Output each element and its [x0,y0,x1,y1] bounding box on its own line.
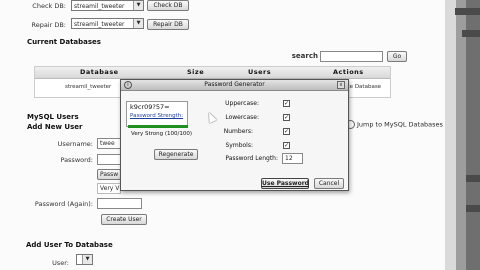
side-panel-edge [466,0,480,270]
add-new-user-title: Add New User [27,123,83,131]
database-name-cell: streamil_tweeter [65,84,112,90]
jump-link-text: Jump to MySQL Databases [357,120,443,129]
username-input[interactable]: twee [97,138,121,149]
chevron-down-icon: ▼ [133,1,143,10]
generated-password: k9cr09?57= [130,103,170,111]
cpanel-mysql-page: Check DB: streamil_tweeter ▼ Check DB Re… [0,0,480,270]
option-label-uppercase: Uppercase: [225,100,259,107]
password-again-input[interactable] [97,198,142,209]
username-label: Username: [57,140,93,148]
current-databases-title: Current Databases [27,38,101,46]
column-header-size: Size [187,68,205,76]
use-password-button[interactable]: Use Password [261,178,309,189]
chevron-down-icon: ▼ [82,255,92,264]
side-panel-block [462,30,480,37]
option-label-symbols: Symbols: [225,142,254,149]
lowercase-checkbox[interactable]: ✓ [283,114,290,121]
add-user-to-database-title: Add User To Database [26,241,113,249]
user-select[interactable]: ▼ [76,254,93,265]
search-input[interactable] [320,51,383,62]
cancel-button[interactable]: Cancel [314,178,344,189]
option-label-numbers: Numbers: [223,128,253,135]
check-db-select-value: streamil_tweeter [74,3,125,10]
strength-bar-fill [128,125,188,128]
table-header: Database Size Users Actions [35,67,390,79]
check-db-button[interactable]: Check DB [147,0,189,11]
password-again-label: Password (Again): [34,200,93,208]
side-panel-block [466,175,480,182]
user-label: User: [52,259,69,267]
chevron-down-icon: ▼ [133,19,143,28]
side-panel-block [455,8,480,15]
uppercase-checkbox[interactable]: ✓ [283,100,290,107]
generated-password-box: k9cr09?57= Password Strength: [126,101,188,127]
column-header-users: Users [248,68,272,76]
numbers-checkbox[interactable]: ✓ [283,128,290,135]
password-generator-button[interactable]: Passw [97,169,121,180]
go-button[interactable]: Go [387,51,407,62]
check-db-select[interactable]: streamil_tweeter ▼ [71,0,144,11]
repair-db-label: Repair DB: [31,21,66,29]
check-db-label: Check DB: [32,2,66,10]
dialog-title: Password Generator [204,81,265,88]
password-length-input[interactable]: 12 [282,153,303,164]
column-header-database: Database [80,68,119,76]
strength-text: Very Strong (100/100) [131,131,193,137]
password-strength-label: Password Strength: [130,113,184,119]
password-generator-dialog: i Password Generator x k9cr09?57= Passwo… [120,79,349,191]
password-label: Password: [60,156,93,164]
password-strength-field: Very V [97,183,121,194]
symbols-checkbox[interactable]: ✓ [283,142,290,149]
mysql-users-title: MySQL Users [27,113,79,121]
column-header-actions: Actions [333,68,364,76]
side-panel-block [466,205,480,212]
repair-db-select-value: streamil_tweeter [74,21,125,28]
jump-to-databases-link[interactable]: Jump to MySQL Databases [346,120,443,129]
strength-bar [128,125,188,128]
password-length-label: Password Length: [225,155,278,162]
search-label: search [291,52,318,60]
create-user-button[interactable]: Create User [101,214,147,225]
password-input[interactable] [97,154,121,165]
dialog-titlebar: i Password Generator x [121,80,348,91]
repair-db-button[interactable]: Repair DB [147,19,189,30]
regenerate-button[interactable]: Regenerate [154,149,198,160]
close-icon[interactable]: x [337,81,345,89]
repair-db-select[interactable]: streamil_tweeter ▼ [71,18,144,29]
